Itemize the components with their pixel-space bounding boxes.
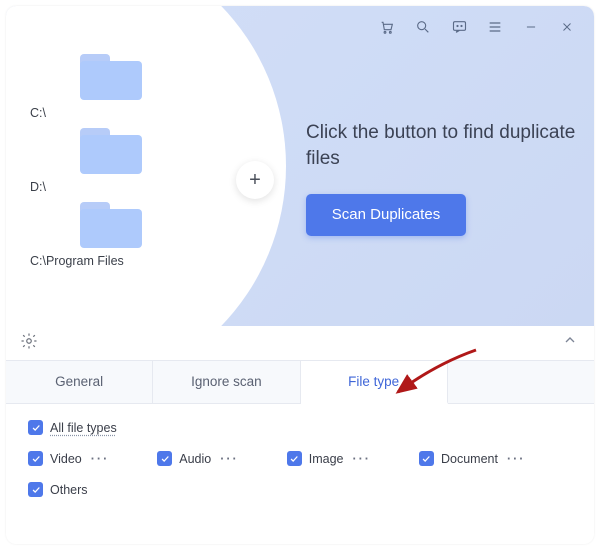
top-content: C:\ D:\ C:\Program Files Click the butto… — [6, 36, 586, 320]
checkbox-label: Others — [50, 483, 88, 497]
drive-label: C:\ — [30, 106, 46, 120]
close-icon[interactable] — [558, 18, 576, 36]
more-icon[interactable]: ··· — [91, 452, 110, 466]
scan-duplicates-button[interactable]: Scan Duplicates — [306, 194, 466, 236]
tab-general[interactable]: General — [6, 361, 153, 403]
checkbox-label: All file types — [50, 421, 117, 435]
drive-item[interactable]: C:\ — [30, 54, 236, 120]
menu-icon[interactable] — [486, 18, 504, 36]
drive-label: D:\ — [30, 180, 46, 194]
check-icon — [28, 451, 43, 466]
minimize-icon[interactable] — [522, 18, 540, 36]
scan-pane: C:\ D:\ C:\Program Files Click the butto… — [6, 6, 594, 326]
cta-heading: Click the button to find duplicate files — [306, 120, 586, 171]
more-icon[interactable]: ··· — [220, 452, 239, 466]
drive-label: C:\Program Files — [30, 254, 124, 268]
checkbox-audio[interactable]: Audio ··· — [157, 451, 238, 466]
titlebar — [6, 12, 586, 36]
feedback-icon[interactable] — [450, 18, 468, 36]
checkbox-video[interactable]: Video ··· — [28, 451, 109, 466]
drives-column: C:\ D:\ C:\Program Files — [6, 36, 236, 320]
checkbox-label: Audio — [179, 452, 211, 466]
chevron-up-icon[interactable] — [562, 332, 578, 351]
check-icon — [28, 420, 43, 435]
check-icon — [157, 451, 172, 466]
filter-tabs: General Ignore scan File type — [6, 360, 594, 404]
checkbox-others[interactable]: Others — [28, 482, 88, 497]
plus-icon: + — [249, 169, 261, 192]
more-icon[interactable]: ··· — [507, 452, 526, 466]
folder-icon — [80, 202, 142, 248]
tab-ignore-scan[interactable]: Ignore scan — [153, 361, 300, 403]
file-type-filters: All file types Video ··· Audio ··· Image… — [6, 404, 594, 497]
gear-icon[interactable] — [20, 332, 38, 353]
checkbox-image[interactable]: Image ··· — [287, 451, 371, 466]
drive-item[interactable]: C:\Program Files — [30, 202, 236, 268]
checkbox-label: Document — [441, 452, 498, 466]
cta-column: Click the button to find duplicate files… — [236, 36, 586, 320]
search-icon[interactable] — [414, 18, 432, 36]
checkbox-label: Image — [309, 452, 344, 466]
checkbox-all-file-types[interactable]: All file types — [28, 420, 117, 435]
cart-icon[interactable] — [378, 18, 396, 36]
folder-icon — [80, 128, 142, 174]
folder-icon — [80, 54, 142, 100]
more-icon[interactable]: ··· — [352, 452, 371, 466]
add-location-button[interactable]: + — [236, 161, 274, 199]
drive-item[interactable]: D:\ — [30, 128, 236, 194]
app-window: C:\ D:\ C:\Program Files Click the butto… — [6, 6, 594, 544]
checkbox-document[interactable]: Document ··· — [419, 451, 525, 466]
tab-empty — [448, 361, 594, 403]
check-icon — [419, 451, 434, 466]
check-icon — [28, 482, 43, 497]
tab-file-type[interactable]: File type — [301, 361, 448, 404]
check-icon — [287, 451, 302, 466]
checkbox-label: Video — [50, 452, 82, 466]
